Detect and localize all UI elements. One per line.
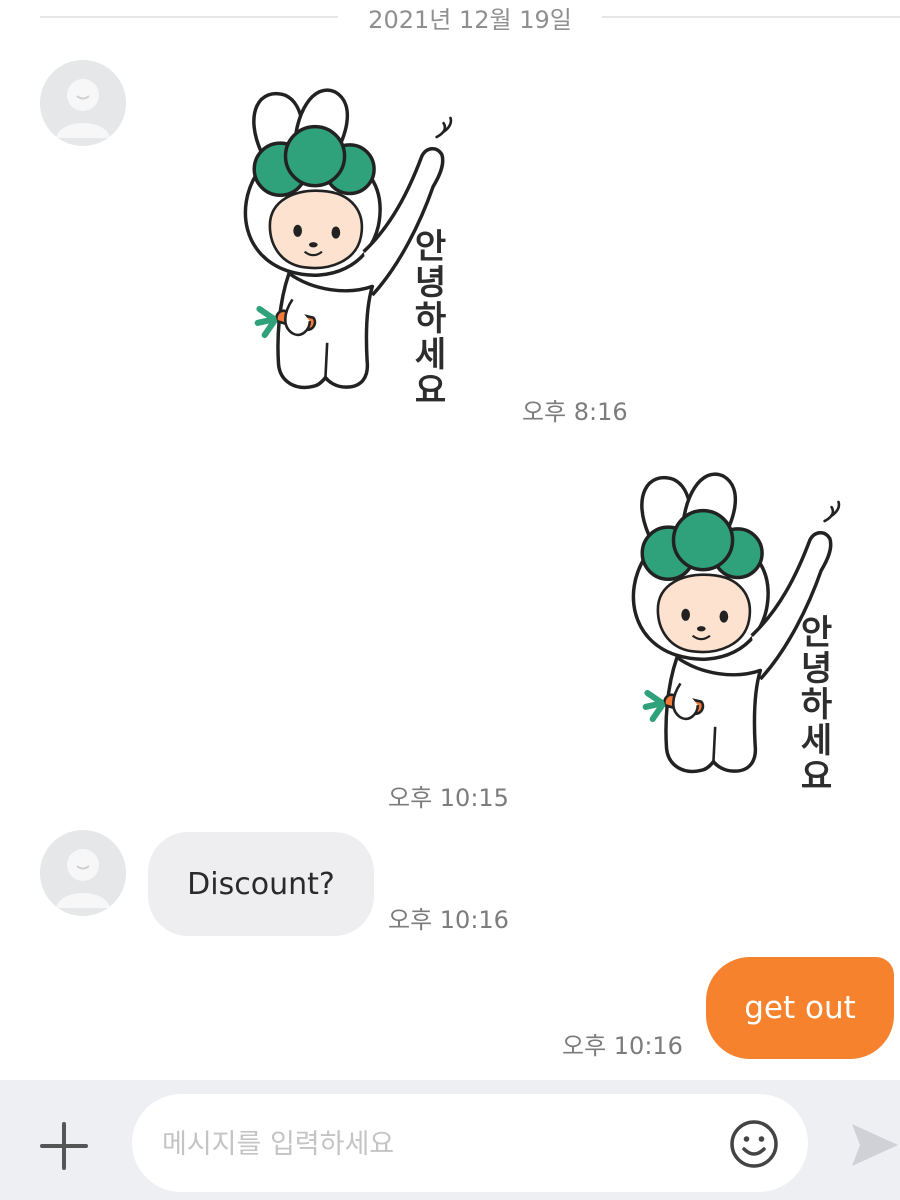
message-composer: 메시지를 입력하세요 xyxy=(0,1080,900,1200)
outgoing-message-bubble[interactable]: get out xyxy=(706,957,894,1059)
incoming-message-bubble[interactable]: Discount? xyxy=(148,832,374,936)
chat-thread: 2021년 12월 19일 안녕하세요 오후 8:16 안녕하세요 오후 10:… xyxy=(0,0,900,1080)
smiley-icon xyxy=(730,1120,778,1168)
send-button[interactable] xyxy=(846,1116,900,1174)
default-avatar-icon xyxy=(40,60,126,146)
avatar[interactable] xyxy=(40,830,126,916)
message-time: 오후 10:15 xyxy=(388,784,509,812)
input-placeholder: 메시지를 입력하세요 xyxy=(162,1129,395,1160)
avatar[interactable] xyxy=(40,60,126,146)
message-input[interactable]: 메시지를 입력하세요 xyxy=(132,1094,808,1192)
divider-line-left xyxy=(40,16,339,18)
date-divider: 2021년 12월 19일 xyxy=(40,0,900,34)
emoji-button[interactable] xyxy=(728,1118,780,1170)
add-attachment-button[interactable] xyxy=(36,1118,92,1174)
message-time: 오후 10:16 xyxy=(562,1032,683,1060)
plus-icon xyxy=(40,1122,88,1170)
sticker-caption: 안녕하세요 xyxy=(793,614,833,794)
default-avatar-icon xyxy=(40,830,126,916)
sticker-caption: 안녕하세요 xyxy=(407,228,447,408)
message-time: 오후 8:16 xyxy=(522,398,628,426)
message-time: 오후 10:16 xyxy=(388,906,509,934)
date-label: 2021년 12월 19일 xyxy=(368,5,572,34)
divider-line-right xyxy=(601,16,900,18)
send-arrow-icon xyxy=(852,1124,898,1166)
